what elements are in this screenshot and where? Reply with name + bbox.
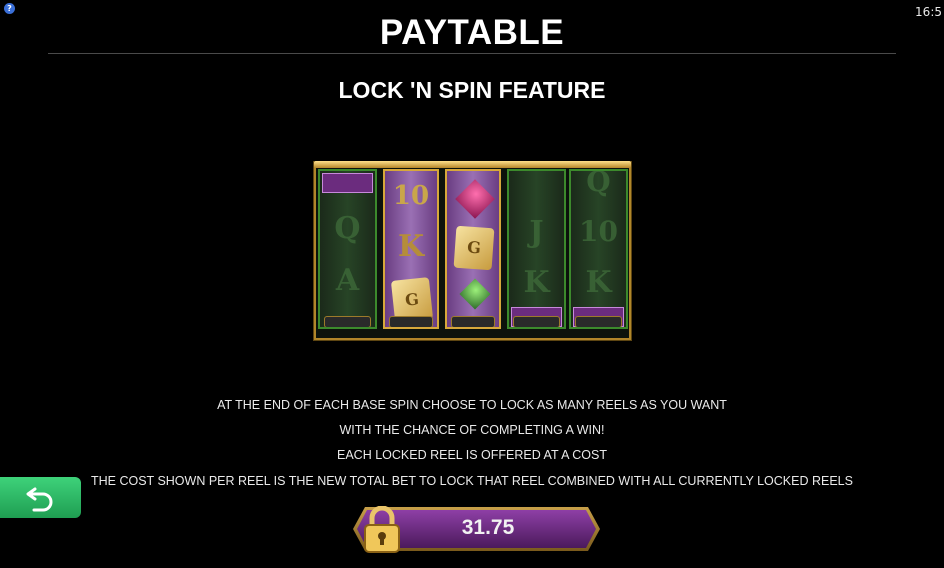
reel-1-symbol-a: A	[335, 263, 360, 298]
info-line-4: THE COST SHOWN PER REEL IS THE NEW TOTAL…	[91, 474, 853, 488]
reel-2-symbol-10: 10	[392, 181, 430, 211]
reel-1-symbol-q: Q	[334, 211, 361, 246]
page-title: PAYTABLE	[379, 13, 565, 52]
info-line-2: WITH THE CHANCE OF COMPLETING A WIN!	[339, 423, 605, 437]
reel-5-slot	[575, 316, 622, 327]
reel-3-locked: G	[445, 169, 501, 329]
reel-5: Q 10 K	[569, 169, 628, 329]
back-button[interactable]	[0, 477, 81, 518]
reel-1: Q A	[318, 169, 377, 329]
info-line-3: EACH LOCKED REEL IS OFFERED AT A COST	[337, 448, 607, 462]
reel-frame-top	[314, 161, 631, 168]
reel-4-symbol-j: J	[529, 215, 544, 250]
reel-5-symbol-10: 10	[579, 215, 618, 248]
reel-4-symbol-k: K	[523, 265, 550, 300]
reel-3-card-symbol: G	[453, 225, 495, 271]
info-line-1: AT THE END OF EACH BASE SPIN CHOOSE TO L…	[217, 398, 727, 412]
padlock-icon	[364, 506, 400, 553]
reel-5-symbol-q: Q	[586, 169, 611, 198]
title-divider	[48, 53, 896, 54]
reel-3-gem-symbol	[455, 179, 495, 219]
reel-4: J K	[507, 169, 566, 329]
back-arrow-icon	[26, 487, 52, 511]
reel-2-locked: 10 K G	[383, 169, 439, 329]
feature-title: LOCK 'N SPIN FEATURE	[338, 77, 606, 103]
reel-2-slot	[389, 316, 433, 327]
reel-1-top-symbol	[322, 173, 373, 193]
reel-illustration: Q A 10 K G G J K Q 10 K	[314, 161, 631, 340]
lock-cost-display: 31.75	[343, 504, 600, 554]
lock-cost-value: 31.75	[461, 516, 515, 539]
reel-2-symbol-k: K	[397, 229, 425, 264]
reel-1-slot	[324, 316, 371, 327]
reel-3-slot	[451, 316, 495, 327]
reel-3-emerald-symbol	[459, 278, 491, 310]
reel-5-symbol-k: K	[585, 265, 612, 300]
reel-4-slot	[513, 316, 560, 327]
